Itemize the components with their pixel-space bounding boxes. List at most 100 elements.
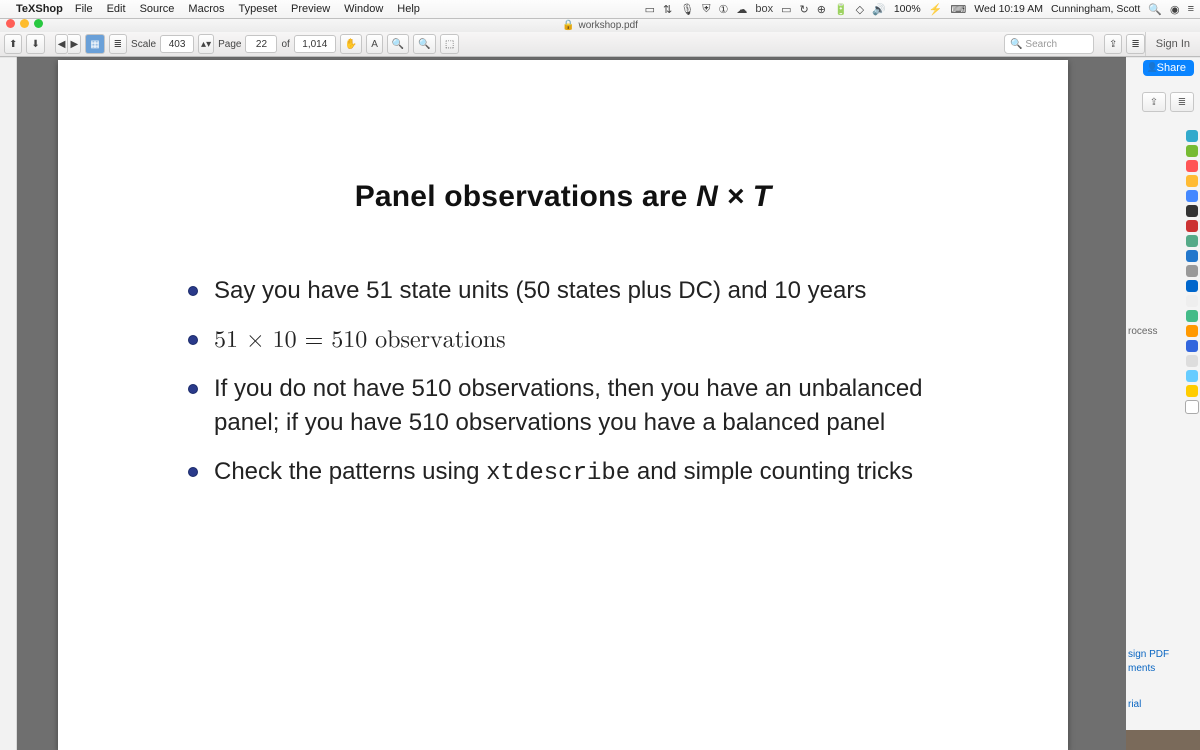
dock-app-icon[interactable]	[1186, 280, 1198, 292]
menu-edit[interactable]: Edit	[107, 3, 126, 15]
dock-app-icon[interactable]	[1186, 325, 1198, 337]
dropbox-icon[interactable]: ⇅	[663, 3, 672, 16]
dock-app-icon[interactable]	[1186, 370, 1198, 382]
app-name[interactable]: TeXShop	[16, 3, 63, 15]
menu-typeset[interactable]: Typeset	[238, 3, 277, 15]
dock-app-icon[interactable]	[1186, 250, 1198, 262]
view-mode-button[interactable]: ≣	[1126, 34, 1144, 54]
wifi-icon[interactable]: ◇	[856, 3, 864, 16]
bullet-code: xtdescribe	[486, 460, 630, 487]
cloud-icon[interactable]: ☁	[736, 3, 747, 16]
signin-button[interactable]: Sign In	[1145, 32, 1200, 56]
scale-stepper[interactable]: ▴▾	[198, 34, 214, 54]
bg-link[interactable]: rial	[1128, 699, 1141, 710]
input-icon[interactable]: ⌨	[950, 3, 966, 16]
screenshare-icon[interactable]: ▭	[645, 3, 655, 16]
back-button[interactable]: ◀	[55, 34, 69, 54]
dock-app-icon[interactable]	[1186, 175, 1198, 187]
share-button[interactable]: ⇪	[1104, 34, 1122, 54]
list-item: If you do not have 510 observations, the…	[188, 372, 978, 442]
battery-icon[interactable]: 🔋	[834, 3, 848, 16]
bullet-text-post: and simple counting tricks	[630, 458, 913, 485]
notification-icon[interactable]: ≡	[1188, 3, 1194, 15]
zoom-out-button[interactable]: 🔍	[413, 34, 435, 54]
share-pill[interactable]: Share	[1143, 60, 1194, 76]
siri-icon[interactable]: ◉	[1170, 3, 1180, 16]
mac-menubar: TeXShop File Edit Source Macros Typeset …	[0, 0, 1200, 19]
dock	[1184, 130, 1200, 660]
hand-tool-button[interactable]: ✋	[340, 34, 362, 54]
bg-link[interactable]: sign PDF	[1128, 649, 1169, 660]
export-icon[interactable]: ⇪	[1142, 92, 1166, 112]
list-item: Check the patterns using xtdescribe and …	[188, 455, 978, 492]
page-up-button[interactable]: ⬆	[4, 34, 22, 54]
bullet-text: 51 × 10 = 510 observations	[214, 328, 506, 352]
list-item: 51 × 10 = 510 observations	[188, 323, 978, 358]
dock-app-icon[interactable]	[1186, 130, 1198, 142]
dock-app-icon[interactable]	[1186, 355, 1198, 367]
menubar-right: ▭ ⇅ 🎙 ⛨ ① ☁ box ▭ ↻ ⊕ 🔋 ◇ 🔊 100% ⚡ ⌨ Wed…	[645, 3, 1194, 16]
pdf-page: Panel observations are N × T Say you hav…	[58, 60, 1068, 750]
search-icon: 🔍	[1010, 39, 1022, 50]
zoom-icon[interactable]	[34, 19, 43, 28]
text-tool-button[interactable]: A	[366, 34, 383, 54]
of-label: of	[281, 39, 289, 50]
window-title: workshop.pdf	[578, 20, 637, 31]
close-icon[interactable]	[6, 19, 15, 28]
left-ruler	[0, 56, 17, 750]
document-viewport[interactable]: Panel observations are N × T Say you hav…	[0, 56, 1126, 750]
slide-title: Panel observations are N × T	[148, 180, 978, 214]
airdrop-icon[interactable]: ⊕	[817, 3, 826, 16]
slide-title-math: N × T	[696, 180, 771, 213]
dock-app-icon[interactable]	[1186, 295, 1198, 307]
bullet-list: Say you have 51 state units (50 states p…	[188, 274, 978, 492]
minimize-icon[interactable]	[20, 19, 29, 28]
menu-file[interactable]: File	[75, 3, 93, 15]
panel-icon[interactable]: ≣	[1170, 92, 1194, 112]
page-down-button[interactable]: ⬇	[26, 34, 44, 54]
menu-window[interactable]: Window	[344, 3, 383, 15]
menu-help[interactable]: Help	[397, 3, 420, 15]
bullet-text: Say you have 51 state units (50 states p…	[214, 277, 866, 304]
list-item: Say you have 51 state units (50 states p…	[188, 274, 978, 309]
charge-icon: ⚡	[929, 3, 943, 16]
window-titlebar: 🔒 workshop.pdf	[0, 18, 1200, 33]
dock-app-icon[interactable]	[1186, 340, 1198, 352]
select-tool-button[interactable]: ⬚	[440, 34, 459, 54]
dock-app-icon[interactable]	[1186, 160, 1198, 172]
dock-app-icon[interactable]	[1185, 400, 1199, 414]
volume-icon[interactable]: 🔊	[872, 3, 886, 16]
menu-macros[interactable]: Macros	[188, 3, 224, 15]
forward-button[interactable]: ▶	[68, 34, 81, 54]
menu-preview[interactable]: Preview	[291, 3, 330, 15]
split-button[interactable]: ≣	[109, 34, 127, 54]
search-input[interactable]: 🔍 Search	[1004, 34, 1094, 54]
shield-icon[interactable]: ⛨	[702, 3, 710, 16]
scale-input[interactable]	[160, 35, 194, 53]
dock-app-icon[interactable]	[1186, 190, 1198, 202]
display-icon[interactable]: ▭	[781, 3, 791, 16]
page-input[interactable]	[245, 35, 277, 53]
dock-app-icon[interactable]	[1186, 310, 1198, 322]
dock-app-icon[interactable]	[1186, 235, 1198, 247]
zoom-in-button[interactable]: 🔍	[387, 34, 409, 54]
slide-title-text: Panel observations are	[355, 180, 696, 213]
scale-label: Scale	[131, 39, 156, 50]
pdf-toolbar: ⬆ ⬇ ◀ ▶ ▦ ≣ Scale ▴▾ Page of 1,014 ✋ A 🔍…	[0, 32, 1200, 57]
bg-link[interactable]: ments	[1128, 663, 1155, 674]
dock-app-icon[interactable]	[1186, 385, 1198, 397]
spotlight-icon[interactable]: 🔍	[1148, 3, 1162, 16]
drawer-button[interactable]: ▦	[85, 34, 104, 54]
menubar-clock[interactable]: Wed 10:19 AM	[974, 3, 1043, 15]
dock-app-icon[interactable]	[1186, 220, 1198, 232]
timemachine-icon[interactable]: ↻	[800, 3, 809, 16]
menu-source[interactable]: Source	[140, 3, 175, 15]
menubar-user[interactable]: Cunningham, Scott	[1051, 3, 1140, 15]
mic-icon[interactable]: 🎙	[680, 3, 694, 16]
dock-app-icon[interactable]	[1186, 205, 1198, 217]
clock-icon[interactable]: ①	[718, 3, 728, 16]
page-label: Page	[218, 39, 241, 50]
dock-app-icon[interactable]	[1186, 265, 1198, 277]
dock-app-icon[interactable]	[1186, 145, 1198, 157]
box-icon[interactable]: box	[755, 3, 773, 15]
